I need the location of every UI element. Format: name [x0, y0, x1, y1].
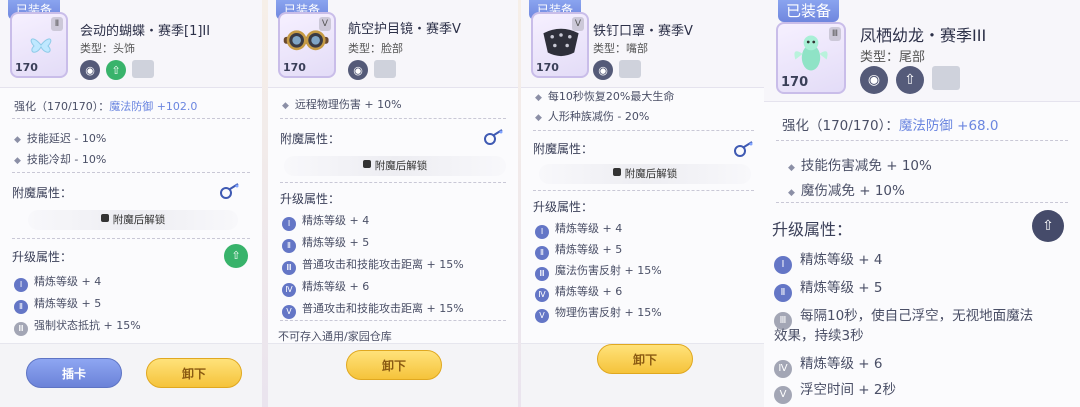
enchant-title: 附魔属性：	[533, 142, 594, 156]
upgrade-icon[interactable]: ⇧	[224, 244, 248, 268]
rank-badge: Ⅴ	[572, 17, 584, 31]
rank-badge: Ⅱ	[51, 17, 63, 31]
item-icon-goggles[interactable]: Ⅴ 170	[278, 12, 336, 78]
eye-icon[interactable]: ◉	[860, 66, 888, 94]
card-slot-icon[interactable]	[374, 60, 396, 78]
upgrade-line: Ⅰ 精炼等级 + 4	[14, 273, 101, 292]
item-level: 170	[15, 61, 38, 74]
item-type: 类型：嘴部	[593, 42, 648, 55]
strength-line: 强化（170/170）：魔法防御 +102.0	[14, 100, 198, 113]
dragon-icon	[794, 35, 828, 71]
item-header: 已装备 Ⅱ 170 会动的蝴蝶・赛季[1]II 类型：头饰 ◉ ⇧	[0, 0, 262, 88]
upgrade-title: 升级属性：	[772, 220, 853, 239]
card-slot-icon[interactable]	[619, 60, 641, 78]
item-panel-mask: 已装备 Ⅴ 170 铁钉口罩・赛季V 类型：嘴部 ◉ ◆ 每10秒恢复20%最大生…	[521, 0, 766, 407]
upgrade-title: 升级属性：	[280, 192, 341, 206]
stat-line: ◆ 人形种族减伤 - 20%	[535, 110, 650, 123]
upgrade-line: Ⅳ 精炼等级 + 6	[774, 352, 882, 378]
eye-icon[interactable]: ◉	[593, 60, 613, 80]
upgrade-title: 升级属性：	[12, 250, 73, 264]
item-icon-dragon[interactable]: Ⅲ 170	[776, 22, 846, 94]
upgrade-line: Ⅱ 精炼等级 + 5	[14, 295, 101, 314]
unequip-button[interactable]: 卸下	[146, 358, 242, 388]
stat-line: ◆ 每10秒恢复20%最大生命	[535, 90, 675, 103]
upgrade-line: Ⅱ 精炼等级 + 5	[282, 234, 369, 253]
item-title: 铁钉口罩・赛季V	[593, 24, 693, 39]
item-panel-goggles: 已装备 Ⅴ 170 航空护目镜・赛季V 类型：脸部 ◉ ◆ 远程物理伤害 + 10…	[268, 0, 518, 407]
unequip-button[interactable]: 卸下	[346, 350, 442, 380]
item-type: 类型：头饰	[80, 42, 135, 55]
item-level: 170	[536, 61, 559, 74]
enchant-lock-bar: 附魔后解锁	[539, 164, 751, 184]
item-header: 已装备 Ⅴ 170 航空护目镜・赛季V 类型：脸部 ◉	[268, 0, 518, 88]
upgrade-line: Ⅰ 精炼等级 + 4	[282, 212, 369, 231]
insert-card-button[interactable]: 插卡	[26, 358, 122, 388]
upgrade-line: Ⅳ 精炼等级 + 6	[282, 278, 369, 297]
item-panel-dragon: 已装备 Ⅲ 170 凤栖幼龙・赛季III 类型：尾部 ◉ ⇧ 强化（170/17…	[764, 0, 1080, 407]
enchant-icon[interactable]	[732, 140, 754, 158]
enchant-title: 附魔属性：	[12, 186, 73, 200]
item-level: 170	[283, 61, 306, 74]
item-header: 已装备 Ⅴ 170 铁钉口罩・赛季V 类型：嘴部 ◉	[521, 0, 766, 88]
item-title: 航空护目镜・赛季V	[348, 22, 461, 37]
upgrade-line: Ⅴ 浮空时间 + 2秒	[774, 378, 896, 404]
upgrade-line: Ⅳ 精炼等级 + 6	[535, 283, 622, 302]
item-level: 170	[781, 75, 809, 90]
upgrade-line: Ⅲ 魔法伤害反射 + 15%	[535, 262, 662, 281]
unequip-button[interactable]: 卸下	[597, 344, 693, 374]
upgrade-icon[interactable]: ⇧	[106, 60, 126, 80]
item-type: 类型：脸部	[348, 42, 403, 55]
upgrade-line: Ⅱ 精炼等级 + 5	[535, 241, 622, 260]
card-slot-icon[interactable]	[132, 60, 154, 78]
action-footer: 卸下	[268, 343, 518, 407]
upgrade-line: Ⅱ 精炼等级 + 5	[774, 276, 882, 302]
rank-badge: Ⅲ	[829, 27, 841, 41]
item-icon-mask[interactable]: Ⅴ 170	[531, 12, 589, 78]
item-title: 凤栖幼龙・赛季III	[860, 26, 987, 45]
enchant-title: 附魔属性：	[280, 132, 341, 146]
action-footer: 插卡 卸下	[0, 343, 262, 407]
storage-note: 不可存入通用/家园仓库	[278, 330, 392, 343]
upgrade-line: Ⅰ 精炼等级 + 4	[774, 248, 882, 274]
lock-icon	[100, 214, 109, 222]
item-icon-butterfly[interactable]: Ⅱ 170	[10, 12, 68, 78]
enchant-lock-bar: 附魔后解锁	[284, 156, 506, 176]
stat-line: ◆ 技能冷却 - 10%	[14, 153, 107, 166]
strength-line: 强化（170/170）：魔法防御 +68.0	[782, 118, 999, 134]
butterfly-icon	[30, 38, 52, 53]
enchant-icon[interactable]	[218, 182, 240, 200]
lock-icon	[362, 160, 371, 168]
stat-line: ◆ 远程物理伤害 + 10%	[282, 98, 402, 111]
item-header: 已装备 Ⅲ 170 凤栖幼龙・赛季III 类型：尾部 ◉ ⇧	[764, 0, 1080, 102]
rank-badge: Ⅴ	[319, 17, 331, 31]
card-slot-icon[interactable]	[932, 66, 960, 90]
enchant-lock-bar: 附魔后解锁	[28, 210, 238, 230]
upgrade-line: Ⅲ 强制状态抵抗 + 15%	[14, 317, 141, 336]
enchant-icon[interactable]	[482, 128, 504, 146]
stat-line: ◆ 魔伤减免 + 10%	[788, 183, 905, 199]
upgrade-line: Ⅴ 普通攻击和技能攻击距离 + 15%	[282, 300, 464, 319]
eye-icon[interactable]: ◉	[80, 60, 100, 80]
upgrade-icon[interactable]: ⇧	[1032, 210, 1064, 242]
upgrade-line: Ⅴ 物理伤害反射 + 15%	[535, 304, 662, 323]
upgrade-title: 升级属性：	[533, 200, 594, 214]
item-title: 会动的蝴蝶・赛季[1]II	[80, 24, 211, 39]
item-type: 类型：尾部	[860, 50, 926, 65]
item-panel-butterfly: 已装备 Ⅱ 170 会动的蝴蝶・赛季[1]II 类型：头饰 ◉ ⇧ 强化（170…	[0, 0, 262, 407]
eye-icon[interactable]: ◉	[348, 60, 368, 80]
lock-icon	[612, 168, 621, 176]
upgrade-line-cont: 效果，持续3秒	[774, 328, 864, 344]
upgrade-line: Ⅲ 普通攻击和技能攻击距离 + 15%	[282, 256, 464, 275]
equipped-badge: 已装备	[778, 0, 840, 22]
upgrade-line: Ⅰ 精炼等级 + 4	[535, 220, 622, 239]
stat-line: ◆ 技能伤害减免 + 10%	[788, 158, 932, 174]
upgrade-icon[interactable]: ⇧	[896, 66, 924, 94]
stat-line: ◆ 技能延迟 - 10%	[14, 132, 107, 145]
action-footer: 卸下	[521, 343, 766, 407]
